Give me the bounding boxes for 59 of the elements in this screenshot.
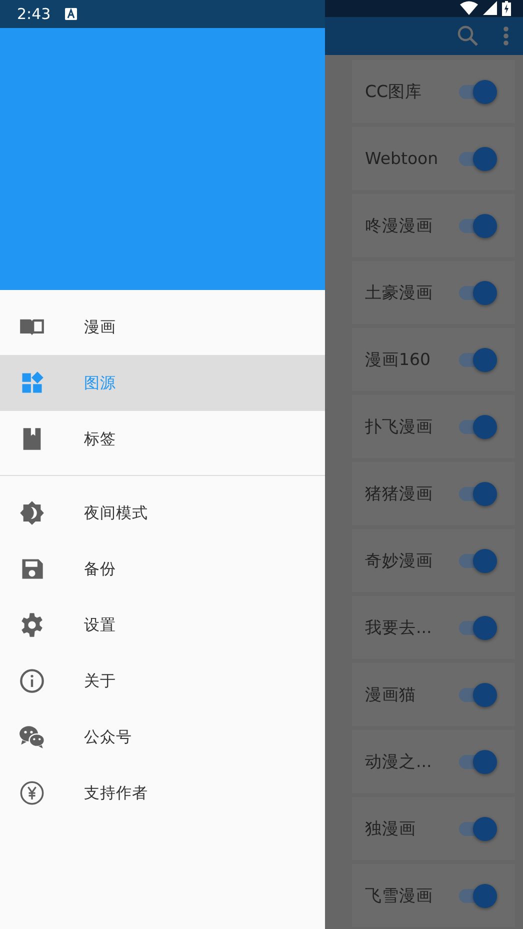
source-card[interactable]: 飞雪漫画: [352, 864, 515, 927]
notification-icon: [64, 8, 77, 20]
source-card[interactable]: Webtoon: [352, 127, 515, 190]
source-card[interactable]: 我要去...: [352, 596, 515, 659]
source-name: 动漫之...: [365, 750, 432, 772]
source-name: 漫画160: [365, 348, 430, 370]
search-icon[interactable]: [457, 24, 479, 47]
toggle-switch[interactable]: [457, 482, 497, 506]
signal-icon: [483, 1, 497, 16]
wifi-icon: [460, 1, 478, 16]
source-card[interactable]: 咚漫漫画: [352, 194, 515, 257]
chat-bubbles-icon: [19, 724, 45, 750]
brightness-icon: [19, 500, 45, 526]
source-name: 奇妙漫画: [365, 550, 433, 572]
source-name: 咚漫漫画: [365, 214, 433, 236]
source-card[interactable]: 土豪漫画: [352, 261, 515, 324]
source-name: 飞雪漫画: [365, 884, 433, 906]
drawer-item[interactable]: 关于: [0, 653, 325, 709]
source-card[interactable]: 独漫画: [352, 797, 515, 860]
gear-icon: [19, 612, 45, 638]
drawer-item[interactable]: 图源: [0, 355, 325, 411]
source-name: CC图库: [365, 80, 422, 102]
source-card[interactable]: 漫画猫: [352, 663, 515, 726]
source-name: Webtoon: [365, 149, 438, 168]
source-name: 独漫画: [365, 818, 416, 840]
source-card[interactable]: 动漫之...: [352, 730, 515, 793]
source-name: 扑飞漫画: [365, 416, 433, 438]
source-card[interactable]: 猪猪漫画: [352, 462, 515, 525]
status-time: 2:43: [17, 5, 51, 23]
toggle-switch[interactable]: [457, 884, 497, 908]
source-card[interactable]: 奇妙漫画: [352, 529, 515, 592]
drawer-item[interactable]: 公众号: [0, 709, 325, 765]
drawer-item[interactable]: 漫画: [0, 299, 325, 355]
toggle-switch[interactable]: [457, 146, 497, 170]
toggle-switch[interactable]: [457, 214, 497, 238]
toggle-switch[interactable]: [457, 816, 497, 840]
source-card[interactable]: 扑飞漫画: [352, 395, 515, 458]
drawer-item[interactable]: 标签: [0, 411, 325, 467]
toggle-switch[interactable]: [457, 616, 497, 640]
yen-icon: [19, 780, 45, 806]
drawer-item[interactable]: 设置: [0, 597, 325, 653]
drawer-item[interactable]: 支持作者: [0, 765, 325, 821]
source-card[interactable]: CC图库: [352, 60, 515, 123]
toggle-switch[interactable]: [457, 348, 497, 372]
toggle-switch[interactable]: [457, 750, 497, 774]
source-name: 漫画猫: [365, 684, 416, 706]
toggle-switch[interactable]: [457, 682, 497, 706]
source-name: 猪猪漫画: [365, 482, 433, 504]
toggle-switch[interactable]: [457, 548, 497, 572]
source-card[interactable]: 漫画160: [352, 328, 515, 391]
more-icon[interactable]: [503, 26, 509, 46]
toggle-switch[interactable]: [457, 414, 497, 438]
drawer-item[interactable]: 备份: [0, 541, 325, 597]
source-name: 我要去...: [365, 616, 432, 638]
toggle-switch[interactable]: [457, 280, 497, 304]
toggle-switch[interactable]: [457, 80, 497, 104]
info-icon: [19, 668, 45, 694]
source-name: 土豪漫画: [365, 282, 433, 304]
drawer-item[interactable]: 夜间模式: [0, 485, 325, 541]
